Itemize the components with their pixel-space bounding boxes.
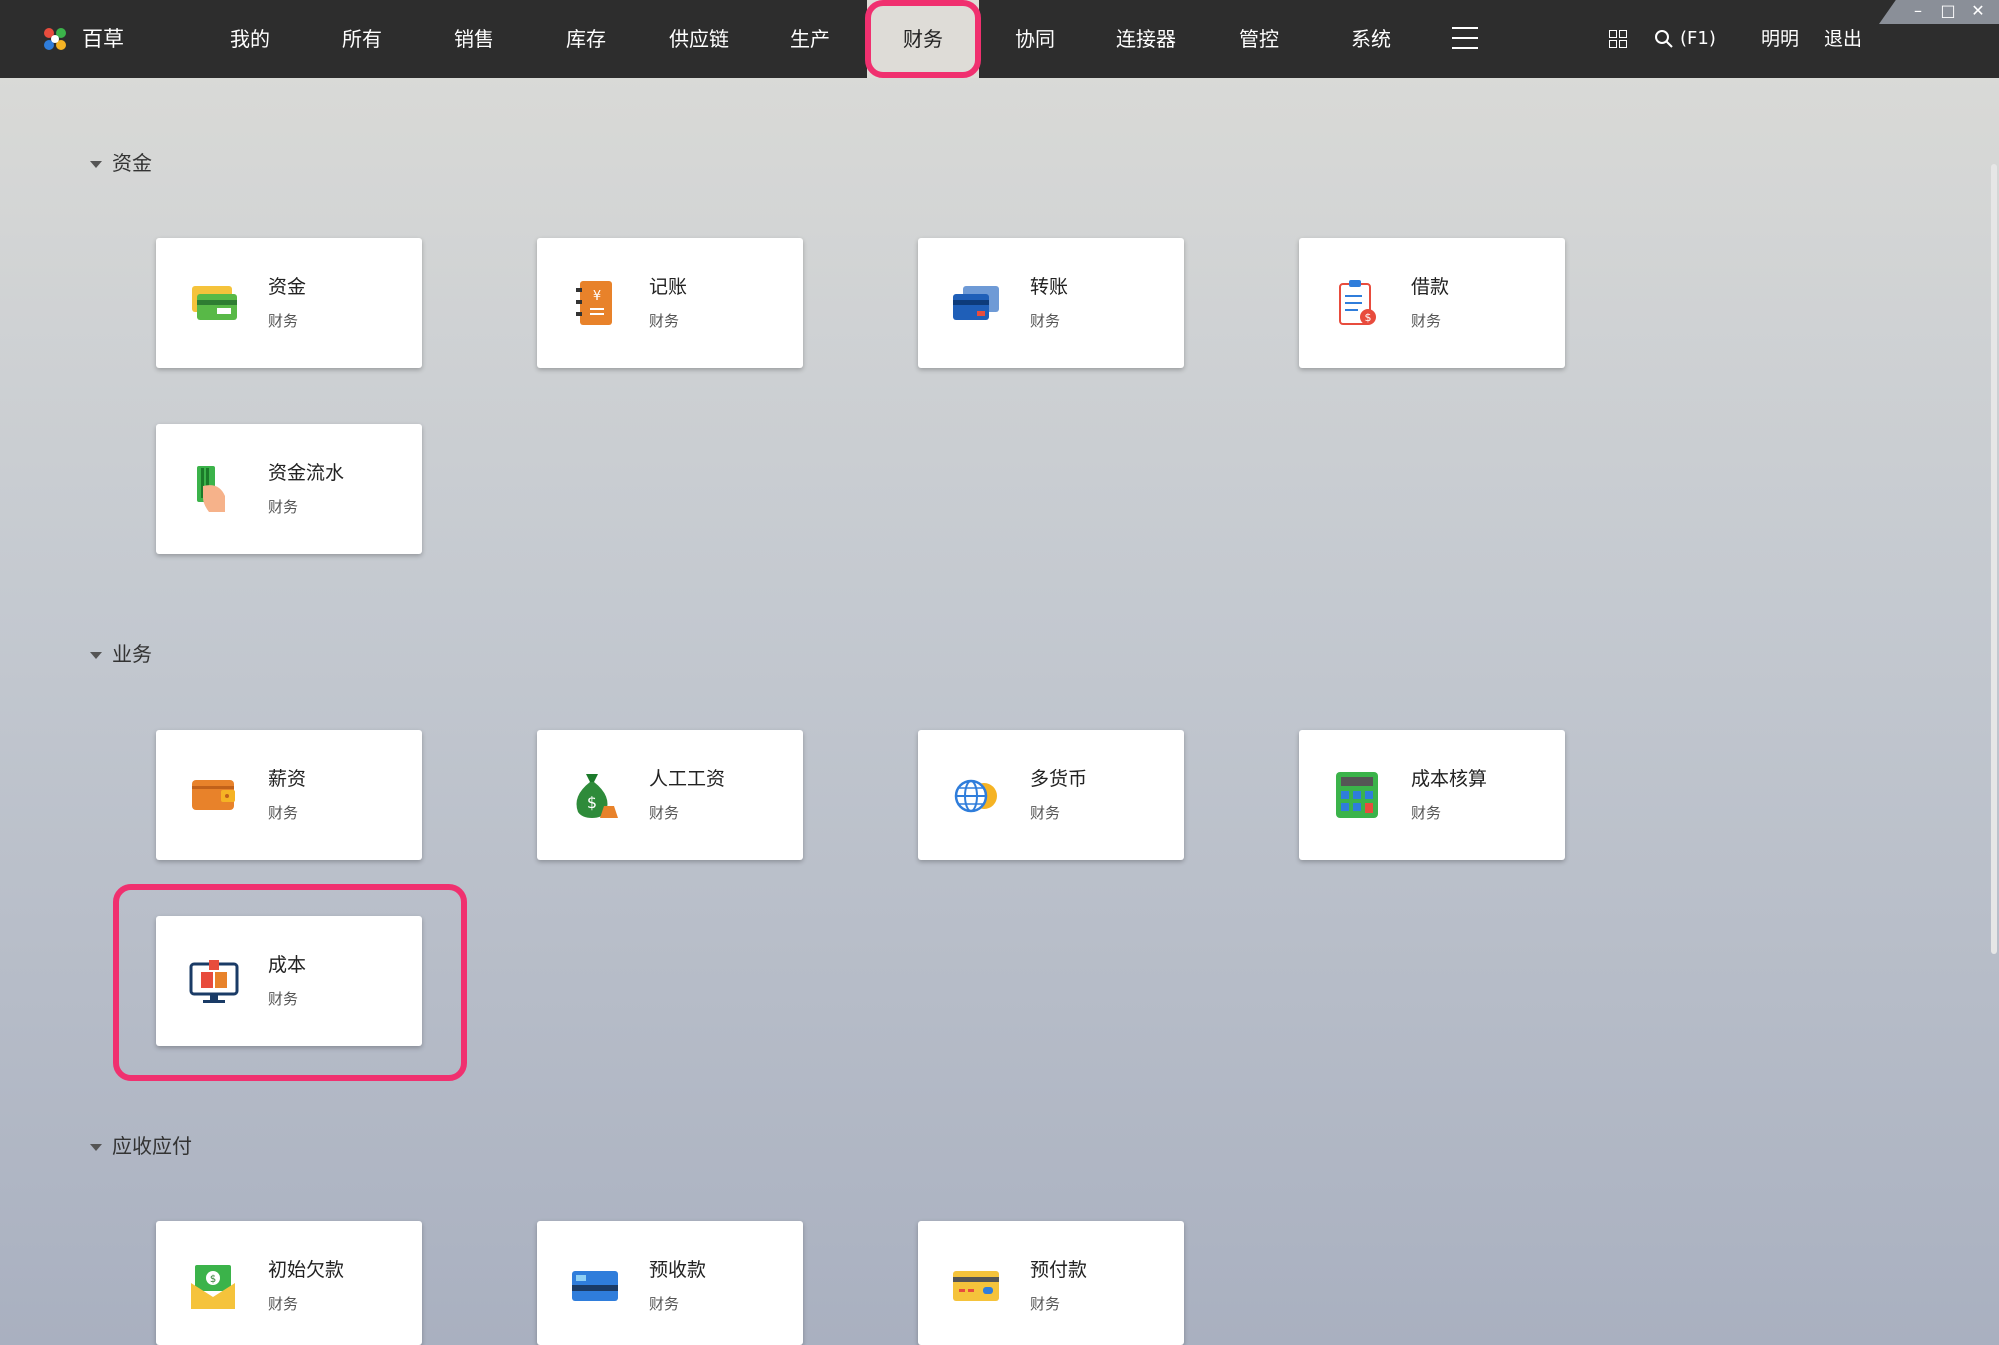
nav-tab-production[interactable]: 生产 [770, 0, 850, 78]
calculator-icon [1336, 772, 1378, 818]
card-subtitle: 财务 [1030, 1295, 1061, 1313]
nav-tab-all[interactable]: 所有 [322, 0, 402, 78]
card-subtitle: 财务 [268, 1295, 299, 1313]
card-subtitle: 财务 [268, 498, 299, 516]
nav-tab-mine[interactable]: 我的 [210, 0, 290, 78]
maximize-icon[interactable]: □ [1939, 2, 1957, 20]
cash-card-icon [192, 286, 237, 320]
card-title: 转账 [1030, 276, 1069, 298]
svg-text:$: $ [210, 1274, 216, 1285]
close-icon[interactable]: ✕ [1969, 2, 1987, 20]
card-title: 成本 [268, 954, 307, 976]
card-subtitle: 财务 [649, 804, 680, 822]
loan-clipboard-icon: $ [1339, 280, 1376, 325]
logout-link[interactable]: 退出 [1824, 22, 1862, 56]
nav-tab-collaboration[interactable]: 协同 [995, 0, 1075, 78]
transfer-cards-icon [953, 286, 999, 320]
monitor-box-icon [189, 960, 239, 1003]
nav-tab-inventory[interactable]: 库存 [546, 0, 626, 78]
user-name[interactable]: 明明 [1761, 22, 1799, 56]
wallet-icon [192, 780, 235, 810]
globe-coin-icon [954, 779, 997, 813]
card-subtitle: 财务 [268, 804, 299, 822]
card-title: 预付款 [1030, 1259, 1088, 1281]
card-title: 资金流水 [268, 462, 345, 484]
nav-tab-finance[interactable]: 财务 [867, 0, 979, 78]
app-name: 百草 [82, 27, 124, 51]
search-shortcut-label: (F1) [1680, 28, 1716, 49]
card-subtitle: 财务 [1030, 312, 1061, 330]
card-title: 人工工资 [649, 768, 726, 790]
card-subtitle: 财务 [1411, 312, 1442, 330]
card-title: 多货币 [1030, 768, 1088, 790]
card-cash-flow[interactable]: 资金流水 财务 [156, 424, 422, 554]
ledger-book-icon: ¥ [576, 281, 612, 325]
collapse-triangle-icon [90, 161, 102, 168]
card-title: 薪资 [268, 768, 307, 790]
hand-card-icon [197, 466, 225, 512]
card-subtitle: 财务 [1411, 804, 1442, 822]
card-initial-debt[interactable]: $ 初始欠款 财务 [156, 1221, 422, 1345]
search-button[interactable]: (F1) [1654, 22, 1716, 56]
card-labor-wages[interactable]: $ 人工工资 财务 [537, 730, 803, 860]
card-subtitle: 财务 [649, 312, 680, 330]
card-title: 预收款 [649, 1259, 707, 1281]
blue-card-icon [572, 1271, 618, 1301]
card-transfer[interactable]: 转账 财务 [918, 238, 1184, 368]
money-bag-icon: $ [576, 774, 618, 818]
card-title: 记账 [649, 276, 688, 298]
nav-tab-system[interactable]: 系统 [1331, 0, 1411, 78]
vertical-scrollbar[interactable] [1989, 78, 1999, 1345]
section-header-funds[interactable]: 资金 [90, 148, 152, 178]
card-salary[interactable]: 薪资 财务 [156, 730, 422, 860]
section-header-business[interactable]: 业务 [90, 639, 152, 669]
top-nav-bar: 百草 我的 所有 销售 库存 供应链 生产 财务 协同 连接器 管控 系统 (F… [0, 0, 1999, 78]
card-title: 资金 [268, 276, 307, 298]
collapse-triangle-icon [90, 1144, 102, 1151]
card-bookkeeping[interactable]: ¥ 记账 财务 [537, 238, 803, 368]
card-title: 初始欠款 [268, 1259, 345, 1281]
card-advance-receipts[interactable]: 预收款 财务 [537, 1221, 803, 1345]
envelope-money-icon: $ [191, 1265, 235, 1309]
card-title: 成本核算 [1411, 768, 1488, 790]
card-prepayments[interactable]: 预付款 财务 [918, 1221, 1184, 1345]
scrollbar-thumb[interactable] [1991, 164, 1997, 954]
nav-tab-control[interactable]: 管控 [1219, 0, 1299, 78]
svg-text:$: $ [587, 793, 597, 812]
card-cost[interactable]: 成本 财务 [156, 916, 422, 1046]
card-subtitle: 财务 [649, 1295, 680, 1313]
section-header-receivables-payables[interactable]: 应收应付 [90, 1131, 192, 1161]
collapse-triangle-icon [90, 652, 102, 659]
nav-tab-supply-chain[interactable]: 供应链 [658, 0, 740, 78]
svg-text:$: $ [1365, 311, 1372, 324]
card-cost-accounting[interactable]: 成本核算 财务 [1299, 730, 1565, 860]
app-grid-icon[interactable] [1609, 30, 1627, 48]
card-funds[interactable]: 资金 财务 [156, 238, 422, 368]
yellow-card-icon [953, 1271, 999, 1301]
hamburger-menu-icon[interactable] [1452, 27, 1478, 49]
card-loan[interactable]: $ 借款 财务 [1299, 238, 1565, 368]
nav-tab-connectors[interactable]: 连接器 [1104, 0, 1188, 78]
search-icon [1655, 30, 1673, 48]
svg-text:¥: ¥ [593, 289, 601, 304]
app-logo-icon [44, 28, 66, 50]
card-subtitle: 财务 [268, 990, 299, 1008]
minimize-icon[interactable]: – [1909, 2, 1927, 20]
card-title: 借款 [1411, 276, 1450, 298]
card-subtitle: 财务 [268, 312, 299, 330]
card-multi-currency[interactable]: 多货币 财务 [918, 730, 1184, 860]
window-controls: – □ ✕ [1879, 0, 1999, 24]
card-subtitle: 财务 [1030, 804, 1061, 822]
nav-tab-sales[interactable]: 销售 [434, 0, 514, 78]
